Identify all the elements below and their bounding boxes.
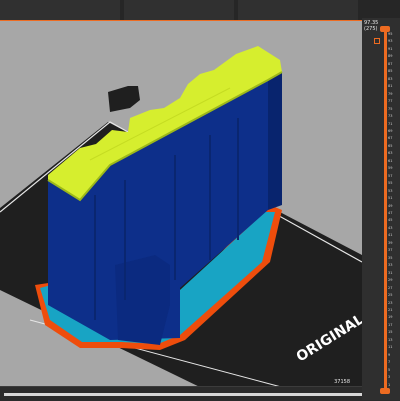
layer-tick-label: 69 [388,128,393,133]
layer-tick-label: 81 [388,84,393,89]
3d-preview-viewport[interactable]: ORIGINAL P [0,0,400,400]
layer-tick-label: 33 [388,263,393,268]
layer-tick-label: 73 [388,114,393,119]
layer-tick-label: 19 [388,315,393,320]
layer-tick-label: 5 [388,367,391,372]
layer-tick-label: 7 [388,360,391,365]
layer-tick-label: 27 [388,285,393,290]
layer-tick-label: 79 [388,91,393,96]
layer-tick-label: 83 [388,76,393,81]
layer-tick-label: 59 [388,166,393,171]
layer-tick-label: 61 [388,158,393,163]
layer-tick-label: 35 [388,255,393,260]
layer-tick-label: 1 [388,382,391,387]
layer-tick-label: 43 [388,225,393,230]
layer-tick-label: 15 [388,330,393,335]
layer-tick-label: 25 [388,293,393,298]
layer-tick-label: 89 [388,54,393,59]
vertical-layer-slider[interactable]: 97.35 (275) 95 93 91 89 87 85 83 81 79 77 75 73 71 69… [362,18,400,400]
toolbar-tab[interactable] [238,0,358,20]
layer-tick-label: 85 [388,69,393,74]
layer-tick-label: 45 [388,218,393,223]
layer-tick-label: 75 [388,106,393,111]
layer-tick-label: 49 [388,203,393,208]
toolbar-tab[interactable] [0,0,120,20]
layer-tick-label: 51 [388,196,393,201]
model-right-face [268,72,282,210]
layer-tick-label: 91 [388,46,393,51]
layer-tick-label: 31 [388,270,393,275]
cog-icon[interactable] [374,38,380,44]
layer-tick-label: 71 [388,121,393,126]
layer-tick-label: 11 [388,345,393,350]
layer-tick-label: 65 [388,143,393,148]
layer-tick-label: 57 [388,173,393,178]
move-slider-value: 37158 [334,379,350,385]
layer-tick-label: 23 [388,300,393,305]
layer-tick-label: 39 [388,240,393,245]
layer-tick-label: 77 [388,99,393,104]
horizontal-move-slider[interactable]: 37158 [0,379,372,401]
layer-slider-range [384,28,387,392]
layer-tick-label: 53 [388,188,393,193]
top-toolbar [0,0,400,21]
layer-tick-label: 93 [388,39,393,44]
layer-tick-label: 17 [388,322,393,327]
layer-tick-labels: 95 93 91 89 87 85 83 81 79 77 75 73 71 69 67 65 63 61 59 57… [388,32,400,390]
layer-tick-label: 3 [388,375,391,380]
move-slider-track[interactable] [4,393,368,396]
layer-tick-label: 9 [388,352,391,357]
layer-tick-label: 21 [388,307,393,312]
layer-tick-label: 63 [388,151,393,156]
layer-tick-label: 13 [388,337,393,342]
layer-tick-label: 55 [388,181,393,186]
layer-tick-label: 29 [388,278,393,283]
layer-tick-label: 87 [388,61,393,66]
layer-number-value: (275) [364,26,378,32]
layer-tick-label: 37 [388,248,393,253]
layer-tick-label: 95 [388,32,393,36]
layer-tick-label: 67 [388,136,393,141]
layer-tick-label: 47 [388,211,393,215]
layer-top-readout: 97.35 (275) [364,20,378,32]
layer-tick-label: 41 [388,233,393,238]
toolbar-tab[interactable] [124,0,234,20]
